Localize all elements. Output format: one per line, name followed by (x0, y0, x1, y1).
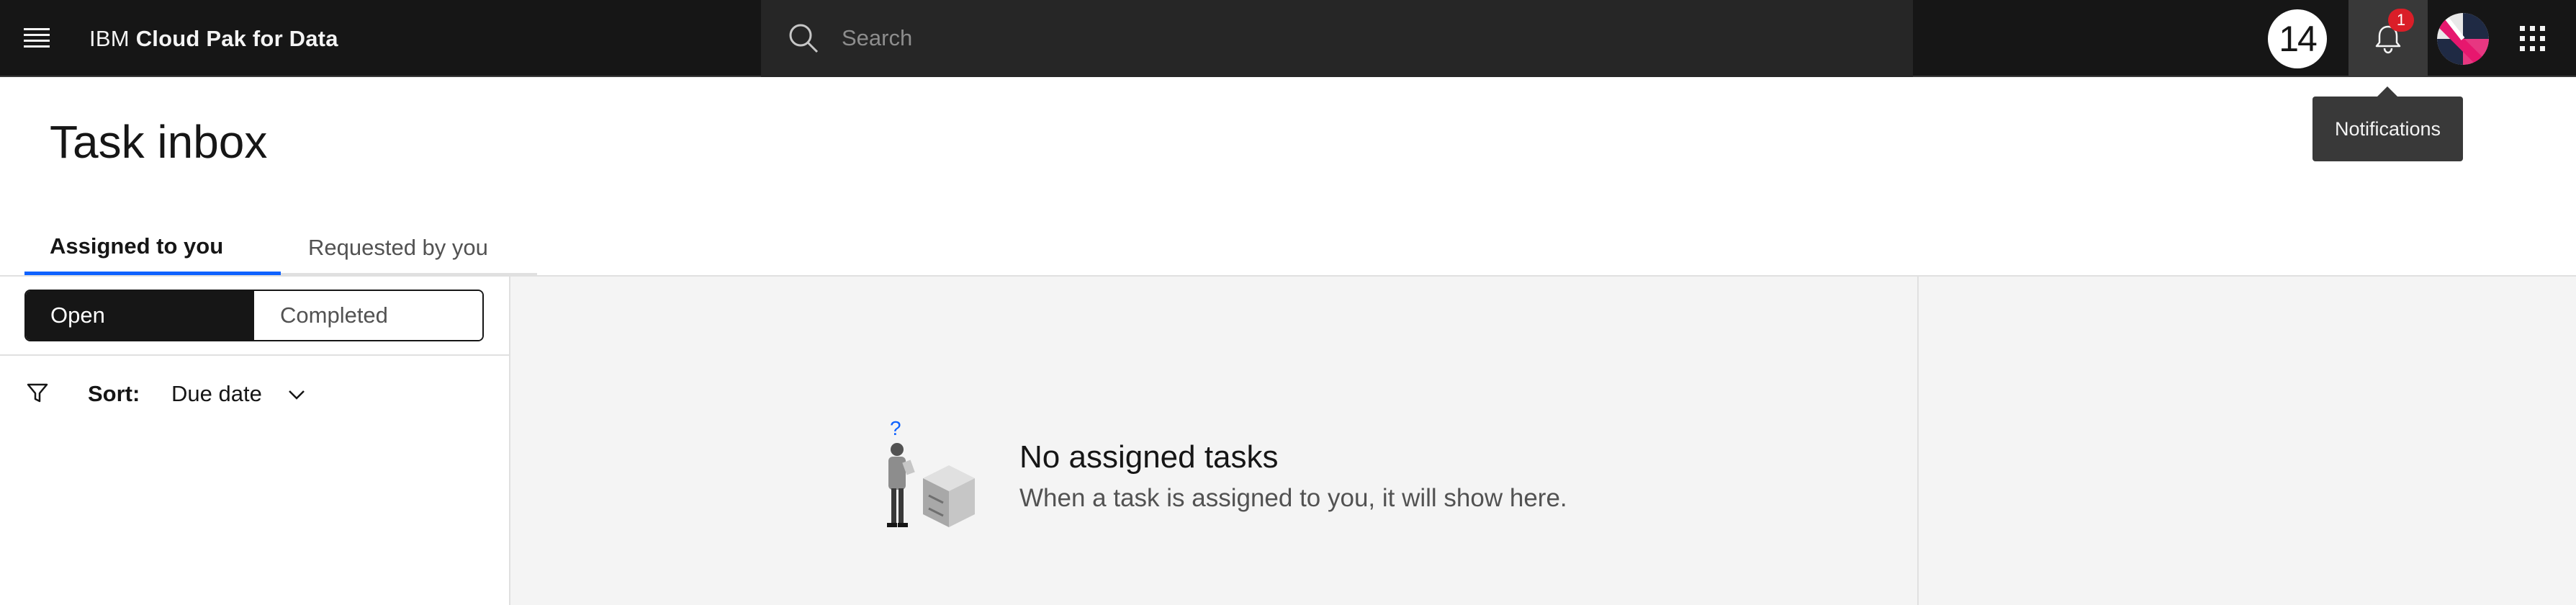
notifications-button[interactable]: 1 (2348, 0, 2428, 77)
tab-requested-by-you[interactable]: Requested by you (281, 220, 537, 275)
user-avatar-button[interactable] (2437, 13, 2489, 65)
switch-open[interactable]: Open (26, 291, 254, 340)
panel-divider (0, 354, 509, 356)
top-header: IBM Cloud Pak for Data 14 1 (0, 0, 2576, 77)
search-icon (789, 24, 819, 53)
task-detail-pane (1919, 277, 2576, 605)
filter-icon[interactable] (26, 382, 49, 405)
switch-completed[interactable]: Completed (254, 291, 482, 340)
svg-text:?: ? (890, 418, 901, 439)
search-input[interactable] (842, 18, 1878, 58)
brand-prefix: IBM (89, 25, 130, 51)
brand-name: Cloud Pak for Data (135, 25, 338, 51)
app-switcher-button[interactable] (2511, 19, 2554, 59)
tab-assigned-to-you[interactable]: Assigned to you (24, 220, 281, 275)
tab-list: Assigned to you Requested by you (24, 220, 537, 275)
product-name-link[interactable]: IBM Cloud Pak for Data (89, 0, 338, 77)
search-bar (761, 0, 1913, 77)
app-switcher-icon (2520, 26, 2545, 51)
notifications-tooltip: Notifications (2312, 97, 2463, 161)
menu-button[interactable] (13, 13, 60, 63)
empty-state-title: No assigned tasks (1019, 439, 1279, 475)
page-title: Task inbox (50, 116, 268, 168)
status-content-switcher: Open Completed (24, 290, 484, 341)
menu-icon (24, 28, 50, 48)
sort-dropdown[interactable]: Due date (171, 381, 262, 407)
filter-panel: Open Completed Sort: Due date (0, 277, 510, 605)
sort-label: Sort: (88, 381, 140, 406)
tooltip-caret (2377, 86, 2397, 97)
empty-state-description: When a task is assigned to you, it will … (1019, 484, 1567, 512)
counter-badge[interactable]: 14 (2268, 9, 2327, 68)
notification-count-badge: 1 (2388, 9, 2414, 32)
empty-state-illustration: ? (887, 418, 975, 527)
chevron-down-icon[interactable] (287, 385, 307, 405)
avatar-icon (2437, 13, 2489, 65)
